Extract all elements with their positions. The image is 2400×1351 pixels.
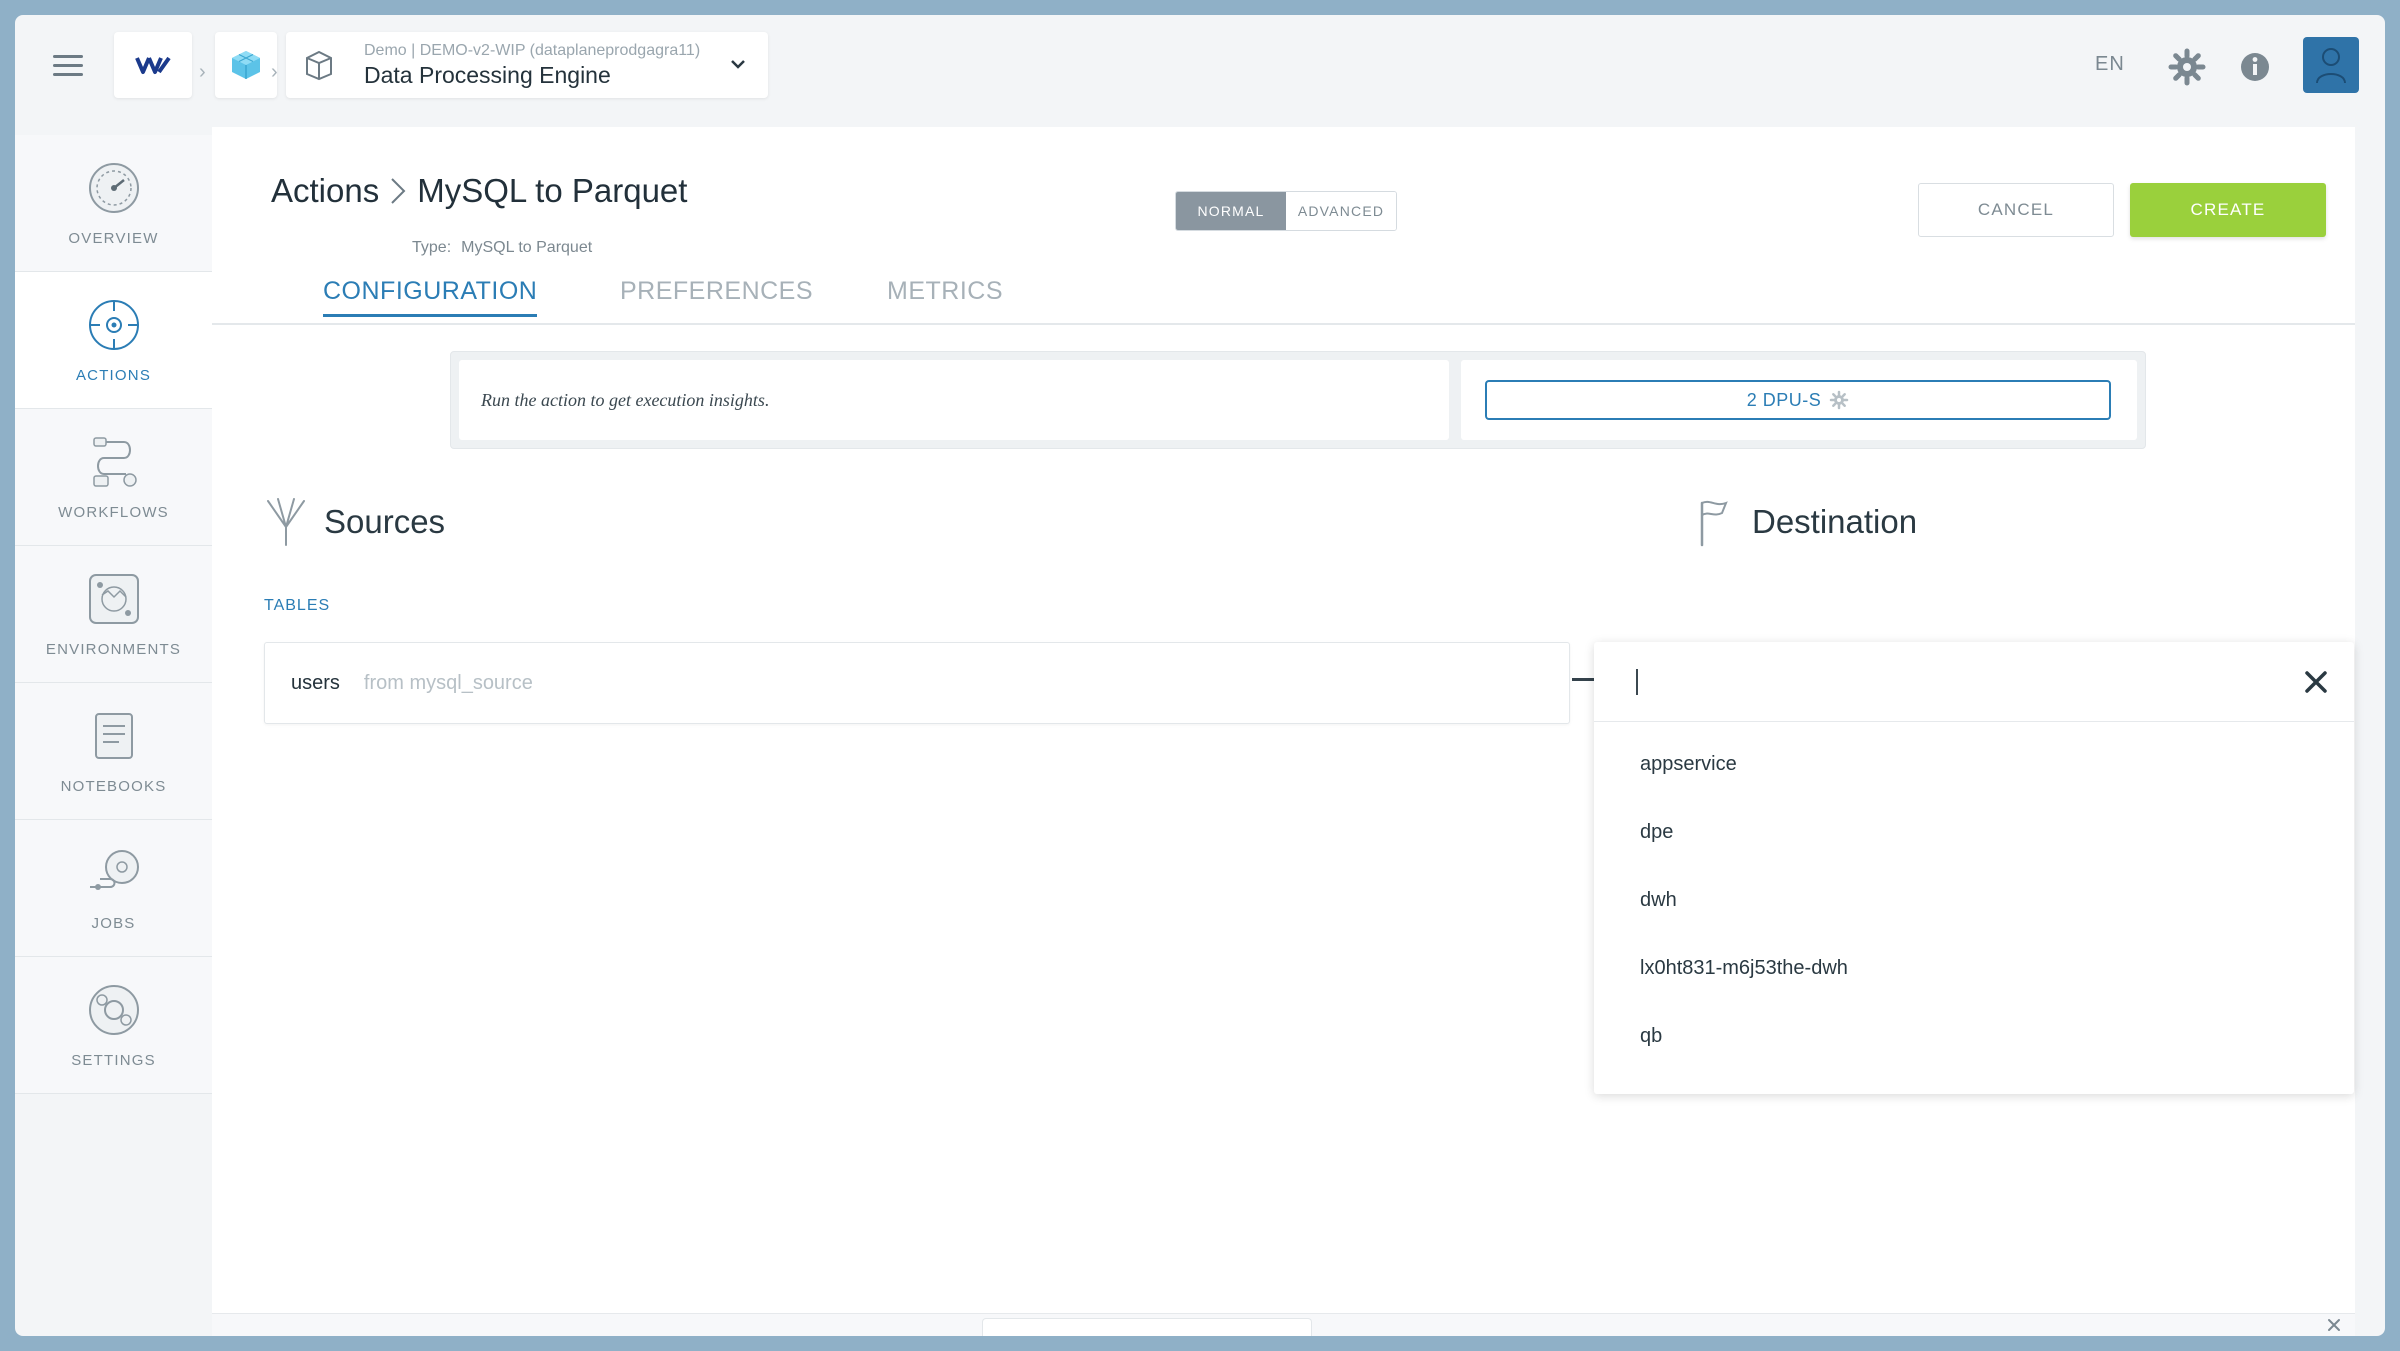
text-caret (1636, 669, 1638, 695)
nav-item-actions[interactable]: ACTIONS (15, 272, 218, 409)
drawer-handle[interactable] (982, 1318, 1312, 1336)
nav-item-overview[interactable]: OVERVIEW (15, 135, 212, 272)
option-lx0ht831-m6j53the-dwh[interactable]: lx0ht831-m6j53the-dwh (1594, 934, 2354, 1002)
brand-logo[interactable] (114, 32, 192, 98)
flag-icon (1700, 500, 1728, 547)
create-button[interactable]: CREATE (2130, 183, 2326, 237)
nav-label: OVERVIEW (68, 229, 159, 247)
gear-icon[interactable] (2165, 45, 2209, 89)
nav-label: JOBS (91, 914, 136, 932)
sources-header: Sources (264, 497, 445, 547)
type-value: MySQL to Parquet (461, 239, 593, 256)
dpu-button[interactable]: 2 DPU-S (1485, 380, 2111, 420)
tables-label: TABLES (264, 597, 331, 614)
sources-icon (267, 498, 305, 546)
option-dpe[interactable]: dpe (1594, 798, 2354, 866)
tab-configuration[interactable]: CONFIGURATION (323, 277, 538, 317)
chevron-right-icon: › (199, 61, 206, 83)
nav-item-workflows[interactable]: WORKFLOWS (15, 409, 212, 546)
nav-label: NOTEBOOKS (60, 777, 167, 795)
destination-header: Destination (1692, 497, 1917, 547)
project-subtitle: Demo | DEMO-v2-WIP (dataplaneprodgagra11… (364, 42, 701, 59)
app-window: › › Demo | DEMO-v2-WIP (dataplaneprodgag… (15, 15, 2385, 1336)
box-icon (306, 50, 332, 81)
dpu-panel: 2 DPU-S (1461, 360, 2137, 440)
bottom-drawer (212, 1313, 2355, 1336)
mode-normal-button[interactable]: NORMAL (1176, 192, 1286, 230)
tab-metrics[interactable]: METRICS (887, 277, 1003, 314)
tab-bar: CONFIGURATION PREFERENCES METRICS (212, 267, 2355, 325)
cancel-button[interactable]: CANCEL (1918, 183, 2114, 237)
workspace-crumb[interactable] (215, 32, 277, 98)
destination-title: Destination (1752, 503, 1918, 540)
user-icon (2316, 48, 2346, 84)
language-selector[interactable]: EN (2095, 53, 2125, 76)
main-panel: Actions MySQL to Parquet Type: MySQL to P… (212, 127, 2355, 1322)
destination-dropdown: appservice dpe dwh lx0ht831-m6j53the-dwh… (1594, 642, 2354, 1094)
nav-label: ENVIRONMENTS (45, 640, 182, 658)
notebook-icon (94, 712, 133, 759)
chevron-right-icon (391, 178, 406, 204)
page-title: Actions MySQL to Parquet (271, 172, 687, 210)
nav-label: ACTIONS (75, 366, 152, 384)
nav-item-jobs[interactable]: JOBS (15, 820, 212, 957)
sources-title: Sources (324, 503, 446, 540)
avatar[interactable] (2303, 37, 2359, 93)
settings-icon (88, 984, 139, 1035)
top-bar: › › Demo | DEMO-v2-WIP (dataplaneprodgag… (15, 15, 2385, 125)
action-name: MySQL to Parquet (417, 172, 688, 209)
nav-item-notebooks[interactable]: NOTEBOOKS (15, 683, 212, 820)
insights-panel: Run the action to get execution insights… (450, 351, 2146, 449)
nav-item-settings[interactable]: SETTINGS (15, 957, 212, 1094)
tab-preferences[interactable]: PREFERENCES (620, 277, 813, 314)
nav-label: WORKFLOWS (58, 503, 169, 521)
connector-line (1572, 678, 1594, 681)
breadcrumb-actions[interactable]: Actions (271, 172, 379, 210)
cube-icon (232, 51, 260, 79)
info-icon[interactable] (2233, 45, 2277, 89)
mode-toggle: NORMAL ADVANCED (1175, 191, 1397, 231)
left-nav: OVERVIEW ACTIONS WORKFLOWS ENVIRONMENTS … (15, 135, 218, 1094)
table-source: from mysql_source (363, 671, 533, 694)
target-icon (88, 299, 139, 350)
project-selector[interactable]: Demo | DEMO-v2-WIP (dataplaneprodgagra11… (286, 32, 768, 98)
dpu-label: 2 DPU-S (1746, 389, 1822, 410)
table-row[interactable]: users from mysql_source (264, 642, 1570, 724)
jobs-icon (89, 849, 139, 890)
gauge-icon (88, 162, 139, 213)
option-appservice[interactable]: appservice (1594, 730, 2354, 798)
chevron-right-icon: › (271, 61, 278, 83)
type-line: Type: MySQL to Parquet (412, 239, 592, 257)
option-dwh[interactable]: dwh (1594, 866, 2354, 934)
chevron-down-icon[interactable] (726, 52, 750, 76)
menu-icon[interactable] (53, 55, 83, 77)
nav-label: SETTINGS (71, 1051, 156, 1069)
nav-item-environments[interactable]: ENVIRONMENTS (15, 546, 212, 683)
project-name: Data Processing Engine (364, 62, 611, 88)
option-qb[interactable]: qb (1594, 1002, 2354, 1070)
insights-message: Run the action to get execution insights… (459, 360, 1449, 440)
close-icon[interactable] (2302, 668, 2330, 696)
workflow-icon (92, 436, 137, 487)
destination-search-input[interactable] (1594, 642, 2354, 722)
gear-icon (1830, 390, 1849, 410)
destination-options: appservice dpe dwh lx0ht831-m6j53the-dwh… (1594, 730, 2354, 1070)
mode-advanced-button[interactable]: ADVANCED (1286, 192, 1396, 230)
table-name: users (291, 671, 340, 694)
close-icon[interactable] (2325, 1316, 2343, 1334)
type-label: Type: (412, 239, 452, 256)
brand-logo-icon (135, 56, 171, 74)
environment-icon (88, 573, 139, 624)
